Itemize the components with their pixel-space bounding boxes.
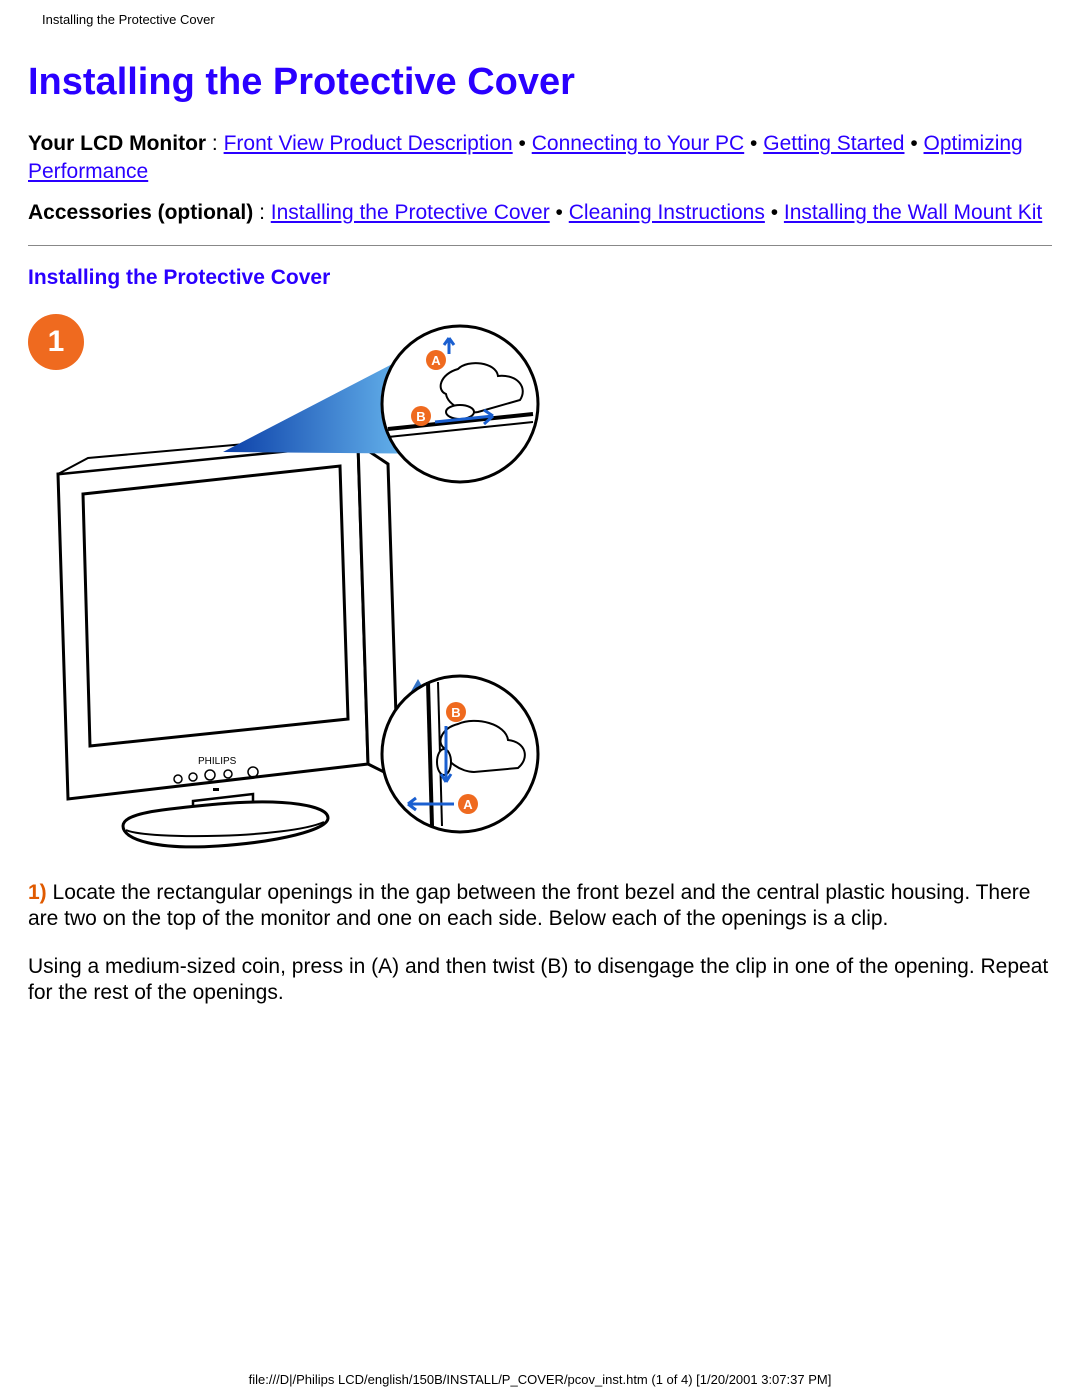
step-number-badge: 1 (28, 314, 84, 370)
nav-your-lcd-monitor: Your LCD Monitor : Front View Product De… (28, 130, 1052, 187)
callout-top-detail: A B (382, 326, 538, 482)
step1b-paragraph: Using a medium-sized coin, press in (A) … (28, 954, 1052, 1007)
svg-text:A: A (431, 353, 441, 368)
bullet: • (550, 201, 569, 224)
link-installing-the-protective-cover[interactable]: Installing the Protective Cover (271, 201, 550, 224)
svg-text:B: B (416, 409, 425, 424)
nav1-label: Your LCD Monitor (28, 132, 206, 155)
monitor-install-diagram: PHILIPS (28, 314, 568, 854)
monitor-brand-text: PHILIPS (198, 756, 237, 767)
page-footer-path: file:///D|/Philips LCD/english/150B/INST… (0, 1372, 1080, 1387)
section-title: Installing the Protective Cover (28, 266, 1052, 290)
link-cleaning-instructions[interactable]: Cleaning Instructions (569, 201, 765, 224)
horizontal-rule (28, 245, 1052, 246)
link-getting-started[interactable]: Getting Started (763, 132, 904, 155)
bullet: • (765, 201, 784, 224)
step-figure: PHILIPS (28, 314, 568, 854)
link-installing-the-wall-mount-kit[interactable]: Installing the Wall Mount Kit (784, 201, 1042, 224)
callout-side-detail: B A (382, 676, 538, 832)
step1-paragraph: 1) Locate the rectangular openings in th… (28, 880, 1052, 933)
svg-text:B: B (451, 705, 460, 720)
nav1-sep: : (206, 132, 224, 155)
link-front-view-product-description[interactable]: Front View Product Description (224, 132, 513, 155)
nav-accessories-optional: Accessories (optional) : Installing the … (28, 199, 1052, 227)
monitor-outline-icon: PHILIPS (58, 432, 398, 847)
document-header-title: Installing the Protective Cover (42, 12, 1052, 27)
nav2-sep: : (253, 201, 271, 224)
nav2-label: Accessories (optional) (28, 201, 253, 224)
step1-text: Locate the rectangular openings in the g… (28, 881, 1030, 930)
svg-text:A: A (463, 797, 473, 812)
bullet: • (744, 132, 763, 155)
step1-number: 1) (28, 881, 47, 904)
link-connecting-to-your-pc[interactable]: Connecting to Your PC (532, 132, 744, 155)
bullet: • (904, 132, 923, 155)
bullet: • (513, 132, 532, 155)
page-title: Installing the Protective Cover (28, 61, 1052, 104)
